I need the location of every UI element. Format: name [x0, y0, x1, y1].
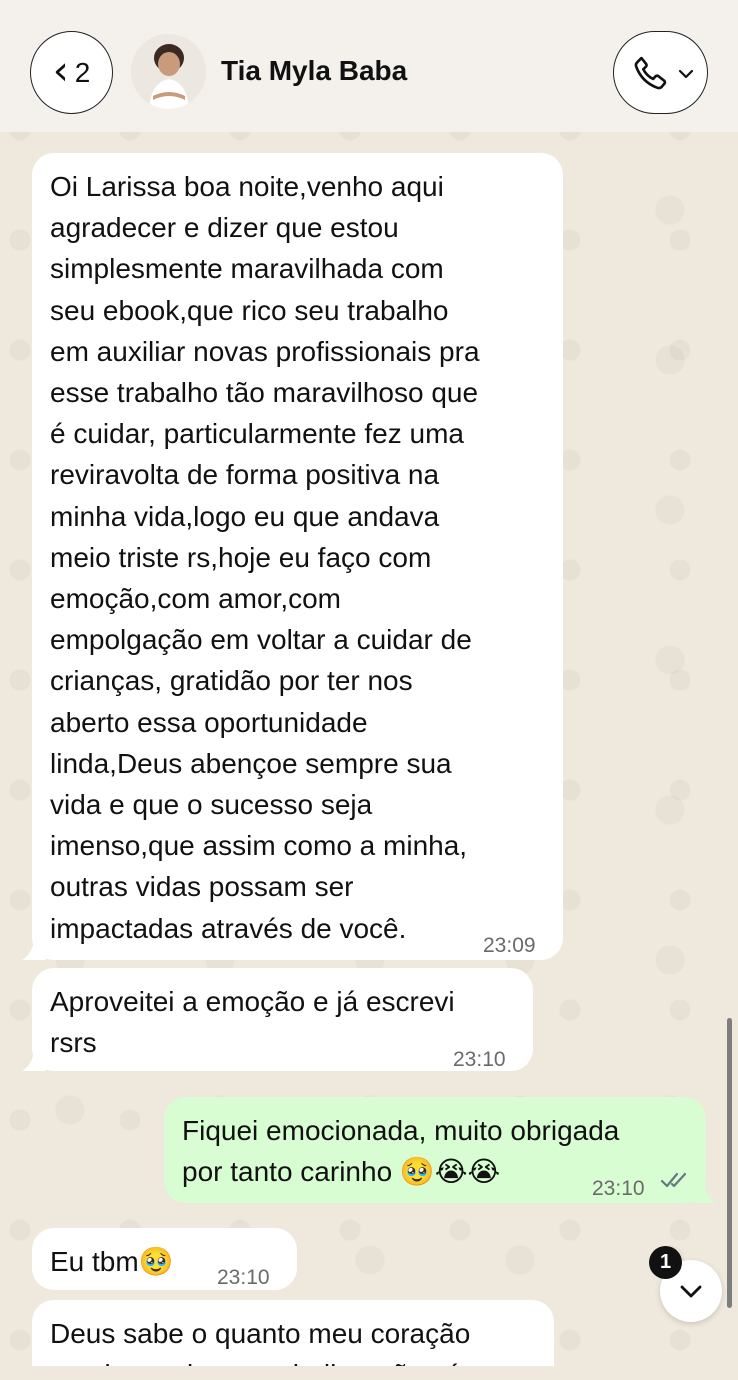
phone-icon: [634, 56, 667, 90]
chat-header: ‹ 2 Tia Myla Baba: [0, 0, 738, 132]
chat-messages[interactable]: Oi Larissa boa noite,venho aqui agradece…: [0, 0, 738, 1366]
chevron-down-icon: [680, 1285, 702, 1298]
scrollbar[interactable]: [727, 1018, 732, 1308]
message-text: Oi Larissa boa noite,venho aqui agradece…: [50, 171, 480, 944]
avatar[interactable]: [131, 34, 206, 109]
message-bubble-incoming[interactable]: Deus sabe o quanto meu coração precisava…: [32, 1300, 554, 1366]
message-time: 23:10: [592, 1177, 645, 1200]
contact-name[interactable]: Tia Myla Baba: [221, 55, 407, 87]
message-time: 23:10: [217, 1266, 270, 1289]
double-check-icon: [660, 1172, 687, 1188]
bubble-tail: [22, 940, 46, 960]
message-text: Deus sabe o quanto meu coração precisava…: [50, 1318, 471, 1366]
message-bubble-incoming[interactable]: Eu tbm🥹 23:10: [32, 1228, 297, 1290]
message-time: 23:10: [453, 1048, 506, 1071]
message-bubble-outgoing[interactable]: Fiquei emocionada, muito obrigada por ta…: [164, 1097, 706, 1203]
bubble-tail: [692, 1183, 716, 1203]
message-text: Aproveitei a emoção e já escrevi rsrs: [50, 986, 455, 1059]
bubble-tail: [22, 1051, 46, 1071]
unread-chats-count: 2: [74, 56, 91, 88]
message-bubble-incoming[interactable]: Aproveitei a emoção e já escrevi rsrs 23…: [32, 968, 533, 1071]
call-button[interactable]: [613, 31, 708, 114]
back-button[interactable]: ‹ 2: [30, 31, 113, 114]
message-time: 23:09: [483, 934, 536, 957]
chevron-left-icon: ‹: [52, 47, 69, 94]
message-bubble-incoming[interactable]: Oi Larissa boa noite,venho aqui agradece…: [32, 153, 563, 960]
unread-badge: 1: [649, 1246, 682, 1279]
contact-photo: [131, 34, 206, 109]
chevron-down-icon: [678, 69, 694, 79]
